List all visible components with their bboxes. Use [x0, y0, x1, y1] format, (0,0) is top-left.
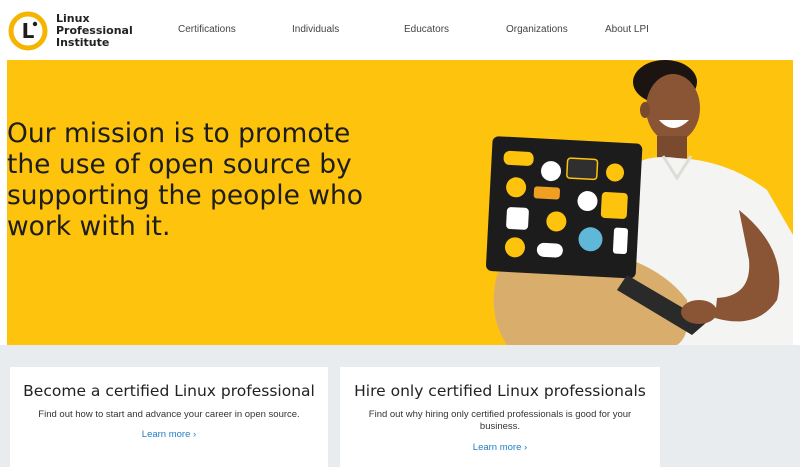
site-header: L Linux Professional Institute Certifica…	[0, 0, 800, 60]
card-title: Hire only certified Linux professionals	[354, 382, 646, 400]
card-hire-certified: Hire only certified Linux professionals …	[340, 367, 660, 467]
learn-more-link[interactable]: Learn more ›	[473, 442, 527, 453]
main-nav: Certifications Individuals Educators Org…	[0, 0, 800, 60]
card-description: Find out why hiring only certified profe…	[368, 409, 632, 432]
card-title: Become a certified Linux professional	[23, 382, 315, 400]
card-description: Find out how to start and advance your c…	[38, 409, 300, 420]
learn-more-link[interactable]: Learn more ›	[142, 429, 196, 440]
nav-certifications[interactable]: Certifications	[178, 24, 236, 35]
nav-educators[interactable]: Educators	[404, 24, 449, 35]
hero-banner: Our mission is to promote the use of ope…	[7, 60, 793, 345]
nav-organizations[interactable]: Organizations	[506, 24, 568, 35]
nav-individuals[interactable]: Individuals	[292, 24, 339, 35]
nav-about-lpi[interactable]: About LPI	[605, 24, 649, 35]
card-become-certified: Become a certified Linux professional Fi…	[10, 367, 328, 467]
hero-person-with-laptop-image	[486, 60, 793, 345]
hero-title: Our mission is to promote the use of ope…	[7, 118, 363, 242]
